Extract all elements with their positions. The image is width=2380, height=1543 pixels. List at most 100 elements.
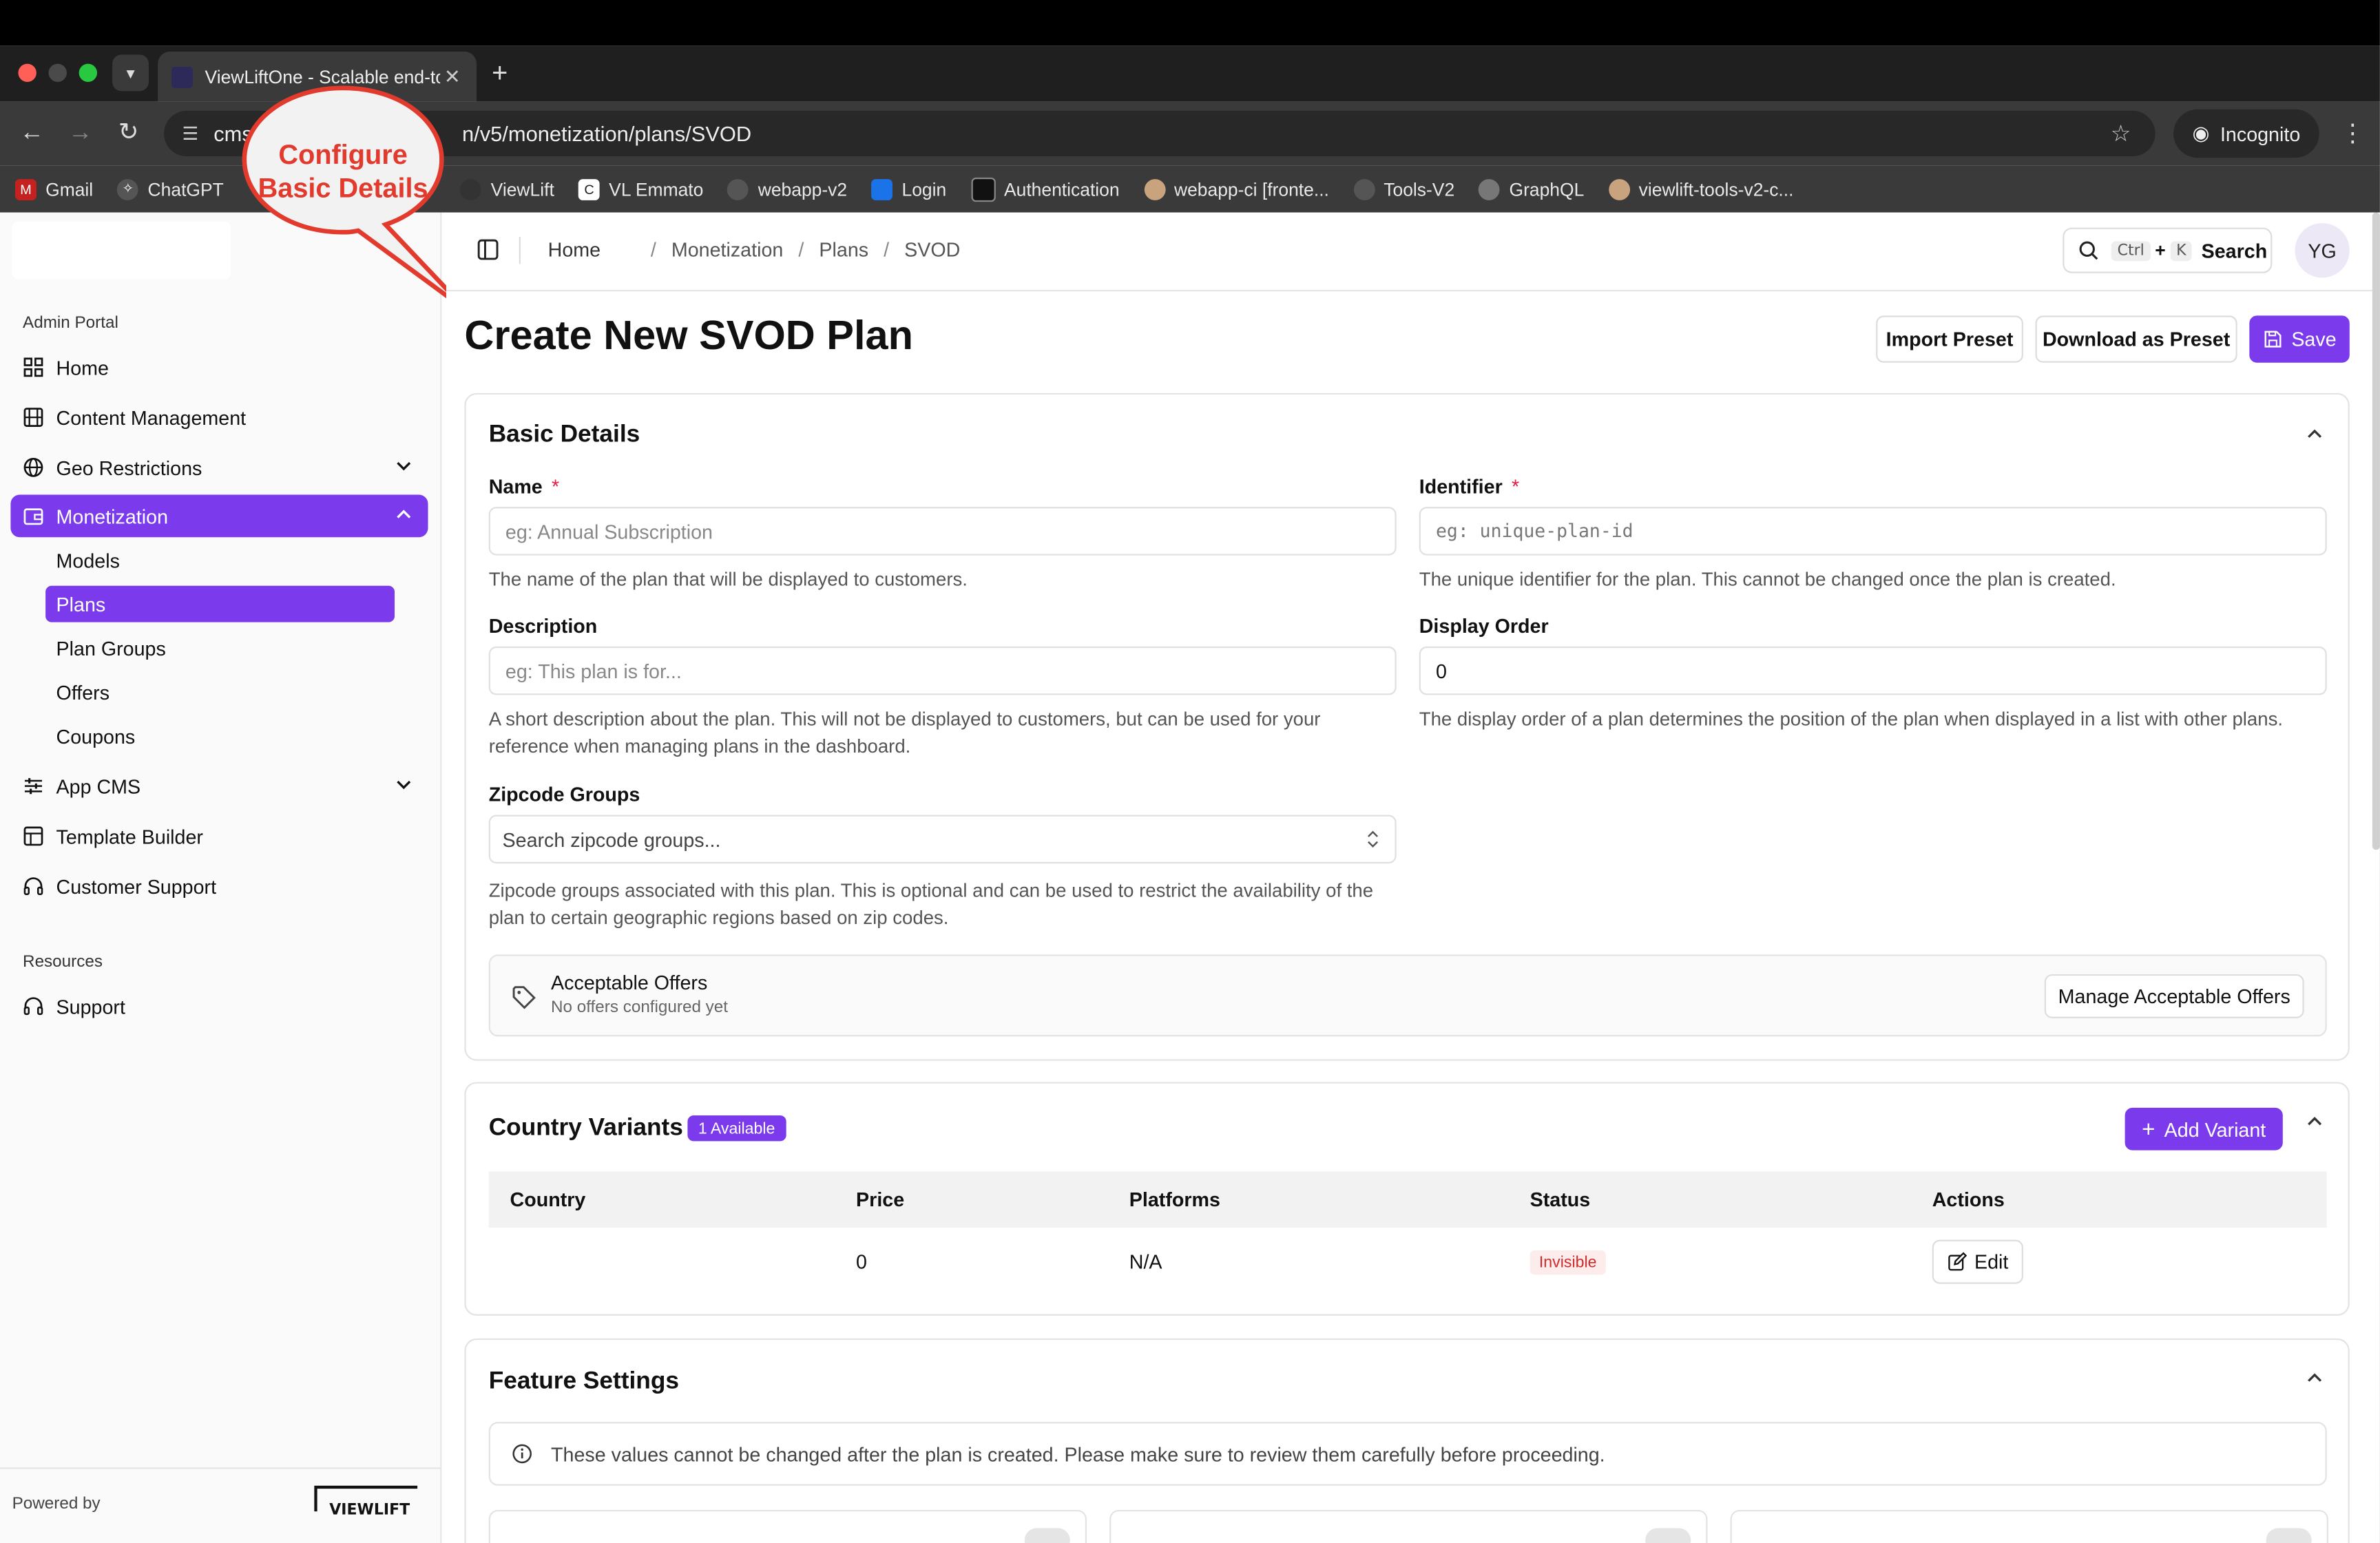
breadcrumb-separator: / xyxy=(884,238,890,262)
sidebar-item-label: Content Management xyxy=(56,406,247,429)
required-mark: * xyxy=(551,474,560,498)
search-button[interactable]: Ctrl + K Search xyxy=(2063,227,2273,273)
identifier-input[interactable]: eg: unique-plan-id xyxy=(1419,507,2327,556)
bookmark-vl-emmato[interactable]: C VL Emmato xyxy=(578,178,703,200)
info-icon xyxy=(512,1444,532,1464)
display-order-input[interactable]: 0 xyxy=(1419,646,2327,695)
bookmark-webapp-ci[interactable]: webapp-ci [fronte... xyxy=(1143,178,1329,200)
basic-details-card: Basic Details Name * eg: Annual Subscript… xyxy=(464,392,2350,1061)
close-window-button[interactable] xyxy=(18,63,36,83)
breadcrumb-plans[interactable]: Plans xyxy=(819,238,868,261)
gmail-icon: M xyxy=(15,178,36,200)
minimize-window-button[interactable] xyxy=(48,63,67,83)
breadcrumb-home[interactable]: Home xyxy=(548,238,601,261)
viewlift-logo: VIEWLIFT xyxy=(314,1485,418,1518)
feature-toggle[interactable] xyxy=(1024,1528,1070,1543)
sidebar-item-monetization[interactable]: Monetization xyxy=(10,494,428,538)
country-variants-card: Country Variants 1 Available + Add Varia… xyxy=(464,1082,2350,1316)
auth-icon xyxy=(970,176,995,202)
emmato-icon: C xyxy=(578,178,600,200)
bookmark-star-icon[interactable]: ☆ xyxy=(2111,120,2131,147)
column-header: Country xyxy=(510,1188,586,1211)
zipcode-groups-select[interactable]: Search zipcode groups... xyxy=(488,815,1397,864)
site-info-icon[interactable]: ☰ xyxy=(182,123,198,145)
tag-icon xyxy=(512,986,536,1009)
incognito-label: Incognito xyxy=(2220,122,2301,145)
variants-table-header: Country Price Platforms Status Actions xyxy=(488,1171,2327,1228)
bookmark-login[interactable]: Login xyxy=(871,178,946,200)
browser-menu-icon[interactable]: ⋮ xyxy=(2341,118,2365,149)
bookmark-gmail[interactable]: M Gmail xyxy=(15,178,93,200)
bookmark-viewlift-tools[interactable]: viewlift-tools-v2-c... xyxy=(1608,178,1794,200)
sidebar-item-app-cms[interactable]: App CMS xyxy=(10,765,428,808)
zoom-window-button[interactable] xyxy=(79,63,98,83)
avatar[interactable]: YG xyxy=(2295,222,2350,278)
column-header: Platforms xyxy=(1129,1188,1220,1211)
add-variant-button[interactable]: + Add Variant xyxy=(2125,1107,2283,1151)
description-input[interactable]: eg: This plan is for... xyxy=(488,646,1397,695)
feature-toggle[interactable] xyxy=(1645,1528,1691,1543)
sidebar-subitem-models[interactable]: Models xyxy=(45,542,395,578)
name-input[interactable]: eg: Annual Subscription xyxy=(488,507,1397,556)
chevron-up-icon[interactable] xyxy=(2306,1113,2324,1131)
callout-line: Configure xyxy=(278,139,408,170)
incognito-indicator[interactable]: ◉ Incognito xyxy=(2173,109,2319,158)
download-preset-button[interactable]: Download as Preset xyxy=(2035,315,2237,363)
address-bar[interactable]: ☰ cms n/v5/monetization/plans/SVOD ☆ xyxy=(164,110,2155,157)
bookmark-tools-v2[interactable]: Tools-V2 xyxy=(1353,178,1454,200)
feature-settings-notice: These values cannot be changed after the… xyxy=(488,1422,2327,1486)
manage-acceptable-offers-button[interactable]: Manage Acceptable Offers xyxy=(2044,974,2304,1018)
sidebar-item-label: Home xyxy=(56,355,109,379)
variants-count-badge: 1 Available xyxy=(687,1115,786,1142)
save-button[interactable]: Save xyxy=(2249,315,2350,363)
globe-icon xyxy=(1479,178,1501,200)
bookmark-chatgpt[interactable]: ✧ ChatGPT xyxy=(117,178,224,200)
layout-icon xyxy=(23,826,43,846)
sidebar-subitem-coupons[interactable]: Coupons xyxy=(45,717,395,754)
edit-icon xyxy=(1948,1252,1967,1271)
edit-variant-button[interactable]: Edit xyxy=(1932,1239,2023,1284)
chevron-up-icon[interactable] xyxy=(2306,425,2324,443)
sidebar-group-resources: Resources xyxy=(23,953,103,972)
favicon-icon xyxy=(171,65,193,87)
sidebar-group-admin: Admin Portal xyxy=(23,314,118,333)
search-icon xyxy=(2079,241,2098,260)
display-order-label: Display Order xyxy=(1419,614,1549,638)
page-scrollbar[interactable] xyxy=(2372,212,2380,850)
card-title: Country Variants xyxy=(488,1115,683,1142)
chevron-up-icon[interactable] xyxy=(2306,1369,2324,1387)
forward-icon[interactable]: → xyxy=(68,118,92,149)
bookmark-graphql[interactable]: GraphQL xyxy=(1479,178,1584,200)
logo[interactable] xyxy=(12,221,231,280)
back-icon[interactable]: ← xyxy=(20,118,44,149)
bookmark-authentication[interactable]: Authentication xyxy=(970,176,1120,202)
column-header: Price xyxy=(856,1188,905,1211)
tab-search-button[interactable]: ▾ xyxy=(112,54,149,92)
feature-toggle[interactable] xyxy=(2266,1528,2312,1543)
sidebar-item-content[interactable]: Content Management xyxy=(10,396,428,439)
sidebar-item-template-builder[interactable]: Template Builder xyxy=(10,815,428,858)
sidebar-subitem-plans[interactable]: Plans xyxy=(45,585,395,622)
brand-text: VIEWLIFT xyxy=(329,1502,410,1518)
globe-icon xyxy=(23,457,43,477)
sidebar-item-support[interactable]: Support xyxy=(10,985,428,1027)
callout-text: Configure Basic Details xyxy=(251,138,436,205)
chevron-up-icon xyxy=(397,510,411,518)
reload-icon[interactable]: ↻ xyxy=(118,118,139,149)
breadcrumb-monetization[interactable]: Monetization xyxy=(671,238,783,261)
import-preset-button[interactable]: Import Preset xyxy=(1876,315,2023,363)
powered-by-label: Powered by xyxy=(12,1494,101,1513)
jenkins-icon xyxy=(1608,178,1630,200)
chatgpt-icon: ✧ xyxy=(117,178,139,200)
new-tab-button[interactable]: + xyxy=(492,58,508,90)
sidebar-item-customer-support[interactable]: Customer Support xyxy=(10,865,428,907)
bookmark-webapp-v2[interactable]: webapp-v2 xyxy=(727,178,847,200)
sidebar-subitem-plan-groups[interactable]: Plan Groups xyxy=(45,630,395,666)
github-icon xyxy=(1353,178,1375,200)
sidebar-toggle-icon[interactable] xyxy=(477,238,499,261)
sidebar-item-home[interactable]: Home xyxy=(10,346,428,389)
sidebar-item-geo[interactable]: Geo Restrictions xyxy=(10,446,428,489)
bookmark-viewlift[interactable]: ViewLift xyxy=(460,178,554,200)
feature-settings-card: Feature Settings These values cannot be … xyxy=(464,1338,2350,1543)
sidebar-subitem-offers[interactable]: Offers xyxy=(45,674,395,711)
